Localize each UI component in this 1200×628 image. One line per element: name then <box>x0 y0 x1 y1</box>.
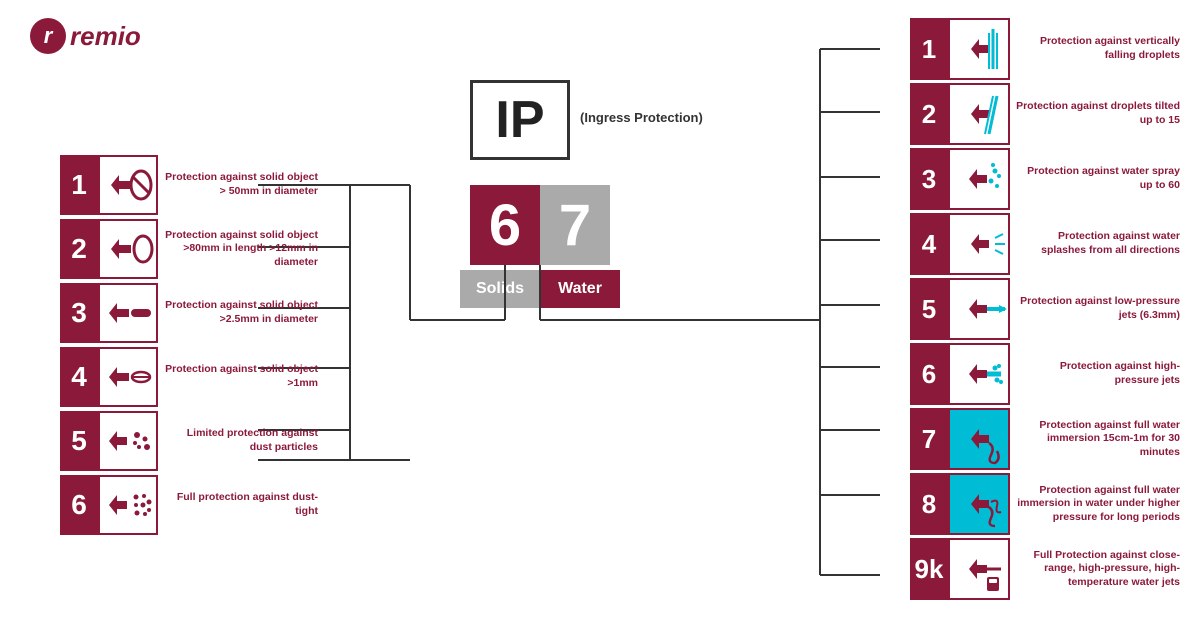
water-icon-2 <box>948 83 1010 145</box>
water-num-8: 8 <box>910 473 948 535</box>
solid-desc-1: Protection against solid object > 50mm i… <box>158 171 318 198</box>
water-icon-8 <box>948 473 1010 535</box>
water-icon-9k <box>948 538 1010 600</box>
water-icon-7 <box>948 408 1010 470</box>
water-desc-6: Protection against high-pressure jets <box>1010 360 1180 387</box>
water-list: 1 Protection against vertically falling … <box>910 18 1180 600</box>
water-num-7: 7 <box>910 408 948 470</box>
solid-num-5: 5 <box>60 411 98 471</box>
water-desc-4: Protection against water splashes from a… <box>1010 230 1180 257</box>
solid-icon-5 <box>98 411 158 471</box>
logo: r remio <box>30 18 141 54</box>
water-num-3: 3 <box>910 148 948 210</box>
solid-row-2: 2 Protection against solid object >80mm … <box>60 219 318 279</box>
solid-icon-2 <box>98 219 158 279</box>
water-desc-2: Protection against droplets tilted up to… <box>1010 100 1180 127</box>
solid-desc-5: Limited protection against dust particle… <box>158 427 318 454</box>
water-row-6: 6 Protection against high-pressure jets <box>910 343 1180 405</box>
category-labels: Solids Water <box>460 270 620 308</box>
water-row-3: 3 Protection against water spray up to 6… <box>910 148 1180 210</box>
logo-brand: remio <box>70 21 141 52</box>
water-icon-1 <box>948 18 1010 80</box>
water-row-5: 5 Protection against low-pressure jets (… <box>910 278 1180 340</box>
solid-num-2: 2 <box>60 219 98 279</box>
solid-row-4: 4 Protection against solid object >1mm <box>60 347 318 407</box>
water-desc-3: Protection against water spray up to 60 <box>1010 165 1180 192</box>
solid-icon-4 <box>98 347 158 407</box>
solids-list: 1 Protection against solid object > 50mm… <box>60 155 318 535</box>
water-num-4: 4 <box>910 213 948 275</box>
water-desc-1: Protection against vertically falling dr… <box>1010 35 1180 62</box>
solid-desc-4: Protection against solid object >1mm <box>158 363 318 390</box>
water-num-5: 5 <box>910 278 948 340</box>
solid-icon-3 <box>98 283 158 343</box>
digit-solid: 6 <box>470 185 540 265</box>
solid-desc-3: Protection against solid object >2.5mm i… <box>158 299 318 326</box>
solid-row-6: 6 Full protection against dust-tight <box>60 475 318 535</box>
digits-row: 6 7 <box>470 185 610 265</box>
ip-box: IP <box>470 80 570 160</box>
water-row-1: 1 Protection against vertically falling … <box>910 18 1180 80</box>
solid-num-4: 4 <box>60 347 98 407</box>
logo-circle: r <box>30 18 66 54</box>
category-water: Water <box>540 270 620 308</box>
water-row-2: 2 Protection against droplets tilted up … <box>910 83 1180 145</box>
solid-row-3: 3 Protection against solid object >2.5mm… <box>60 283 318 343</box>
water-desc-9k: Full Protection against close-range, hig… <box>1010 549 1180 590</box>
solid-icon-1 <box>98 155 158 215</box>
solid-row-5: 5 Limited protection against dust partic… <box>60 411 318 471</box>
water-desc-7: Protection against full water immersion … <box>1010 419 1180 460</box>
water-icon-3 <box>948 148 1010 210</box>
solid-desc-6: Full protection against dust-tight <box>158 491 318 518</box>
solid-num-1: 1 <box>60 155 98 215</box>
water-desc-8: Protection against full water immersion … <box>1010 484 1180 525</box>
water-row-9k: 9k Full Protection against close-range, … <box>910 538 1180 600</box>
solid-num-6: 6 <box>60 475 98 535</box>
water-icon-4 <box>948 213 1010 275</box>
ip-subtitle: (Ingress Protection) <box>580 110 703 125</box>
water-row-7: 7 Protection against full water immersio… <box>910 408 1180 470</box>
water-num-1: 1 <box>910 18 948 80</box>
solid-num-3: 3 <box>60 283 98 343</box>
water-num-9k: 9k <box>910 538 948 600</box>
ip-box-container: IP <box>470 80 570 160</box>
solid-icon-6 <box>98 475 158 535</box>
solid-desc-2: Protection against solid object >80mm in… <box>158 229 318 270</box>
category-solids: Solids <box>460 270 540 308</box>
water-num-2: 2 <box>910 83 948 145</box>
water-icon-6 <box>948 343 1010 405</box>
digit-water: 7 <box>540 185 610 265</box>
water-row-8: 8 Protection against full water immersio… <box>910 473 1180 535</box>
water-icon-5 <box>948 278 1010 340</box>
ip-label: IP <box>495 94 544 146</box>
logo-p-letter: r <box>44 23 53 49</box>
water-row-4: 4 Protection against water splashes from… <box>910 213 1180 275</box>
water-num-6: 6 <box>910 343 948 405</box>
solid-row-1: 1 Protection against solid object > 50mm… <box>60 155 318 215</box>
water-desc-5: Protection against low-pressure jets (6.… <box>1010 295 1180 322</box>
